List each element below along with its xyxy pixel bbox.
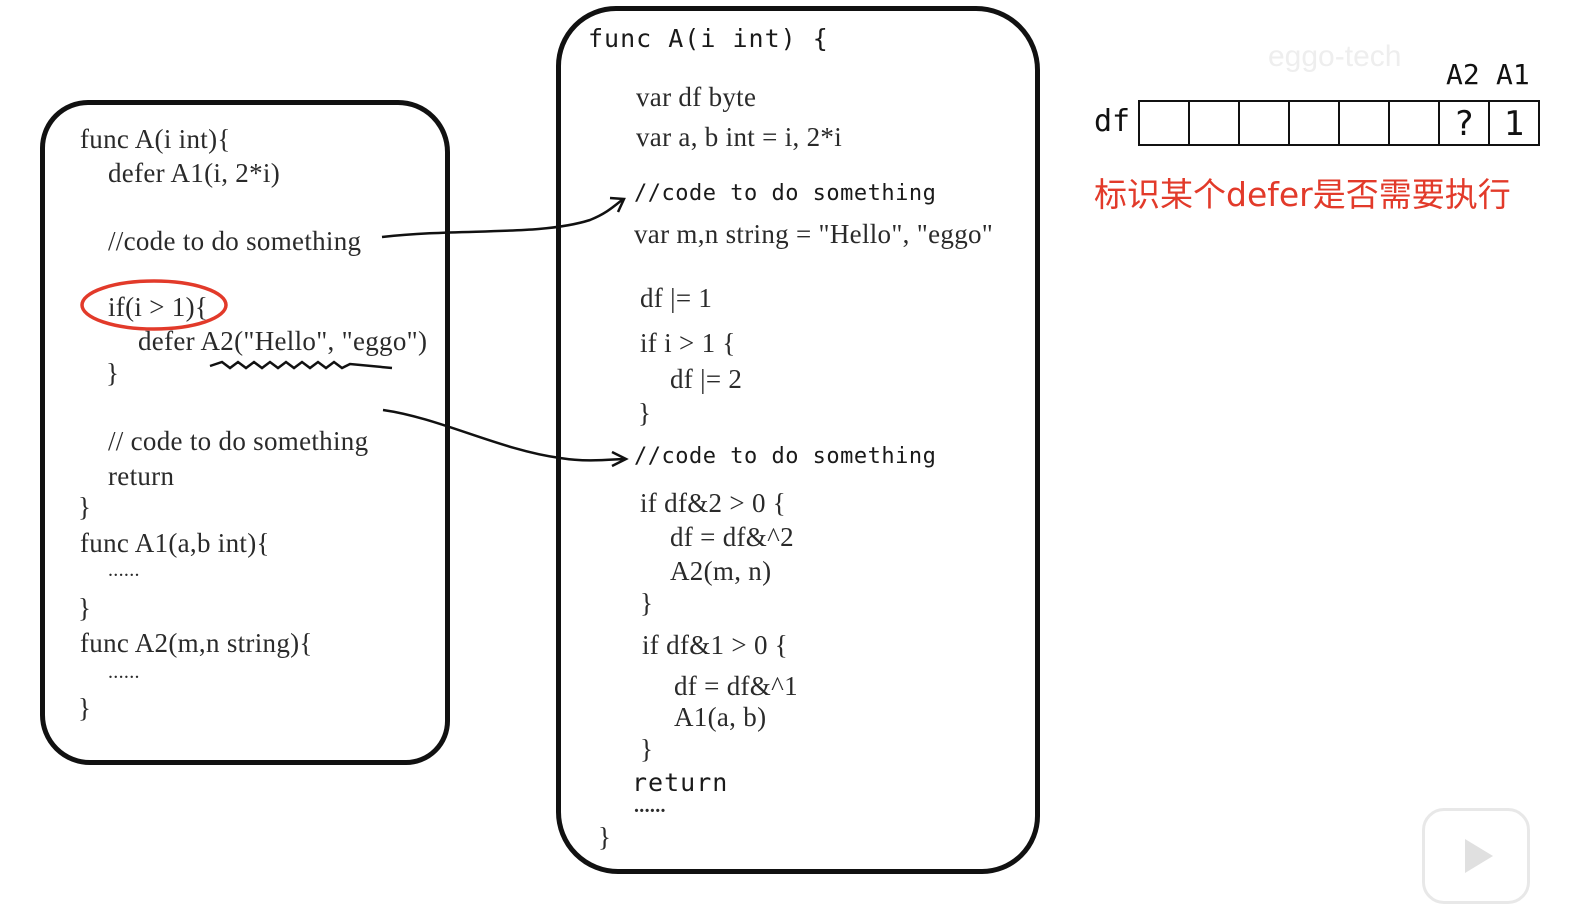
code-line: var df byte xyxy=(636,82,757,112)
watermark: eggo-tech xyxy=(1268,40,1402,73)
code-line: } xyxy=(598,822,612,852)
code-line: ...... xyxy=(634,795,666,817)
code-line: } xyxy=(640,588,654,618)
df-bit-cell xyxy=(1390,102,1440,144)
code-line: } xyxy=(78,492,92,522)
code-line-if-condition: if(i > 1){ xyxy=(108,292,209,322)
code-line: //code to do something xyxy=(634,181,937,206)
df-bit-cell xyxy=(1190,102,1240,144)
code-line: } xyxy=(638,398,652,428)
bit-label-a2: A2 xyxy=(1446,58,1480,91)
code-line: return xyxy=(632,768,729,797)
code-line: if i > 1 { xyxy=(640,328,736,358)
code-line: A2(m, n) xyxy=(670,556,772,586)
code-line: var m,n string = "Hello", "eggo" xyxy=(634,219,994,249)
code-line: func A2(m,n string){ xyxy=(80,628,313,658)
code-line: defer A2("Hello", "eggo") xyxy=(138,326,428,356)
df-bit-cell xyxy=(1290,102,1340,144)
bit-label-a1: A1 xyxy=(1496,58,1530,91)
code-line: if df&2 > 0 { xyxy=(640,488,787,518)
code-line: func A1(a,b int){ xyxy=(80,528,270,558)
code-line: ...... xyxy=(108,559,140,581)
df-register-label: df xyxy=(1094,104,1131,139)
code-line: if df&1 > 0 { xyxy=(642,630,789,660)
code-line: func A(i int) { xyxy=(588,24,829,53)
df-bit-cell xyxy=(1140,102,1190,144)
code-line: // code to do something xyxy=(108,426,369,456)
code-line: //code to do something xyxy=(634,444,937,469)
annotation-caption: 标识某个defer是否需要执行 xyxy=(1094,175,1511,214)
code-line: A1(a, b) xyxy=(674,702,767,732)
code-line: df = df&^1 xyxy=(674,671,798,701)
code-line: } xyxy=(78,693,92,723)
code-line: //code to do something xyxy=(108,226,362,256)
code-line: df = df&^2 xyxy=(670,522,794,552)
code-line: func A(i int){ xyxy=(80,124,231,154)
code-line: } xyxy=(640,734,654,764)
df-bit-cell xyxy=(1340,102,1390,144)
code-line: ...... xyxy=(108,661,140,683)
code-line: defer A1(i, 2*i) xyxy=(108,158,280,188)
code-line: df |= 2 xyxy=(670,364,743,394)
code-line: df |= 1 xyxy=(640,283,713,313)
play-icon xyxy=(1465,839,1493,873)
code-line: } xyxy=(106,358,120,388)
code-line: } xyxy=(78,593,92,623)
play-button[interactable] xyxy=(1422,808,1530,904)
code-line: return xyxy=(108,461,175,491)
df-bit-cell xyxy=(1240,102,1290,144)
df-register: ? 1 xyxy=(1138,100,1540,146)
df-bit-cell-a2: ? xyxy=(1440,102,1490,144)
code-line: var a, b int = i, 2*i xyxy=(636,122,842,152)
df-bit-cell-a1: 1 xyxy=(1503,104,1525,144)
